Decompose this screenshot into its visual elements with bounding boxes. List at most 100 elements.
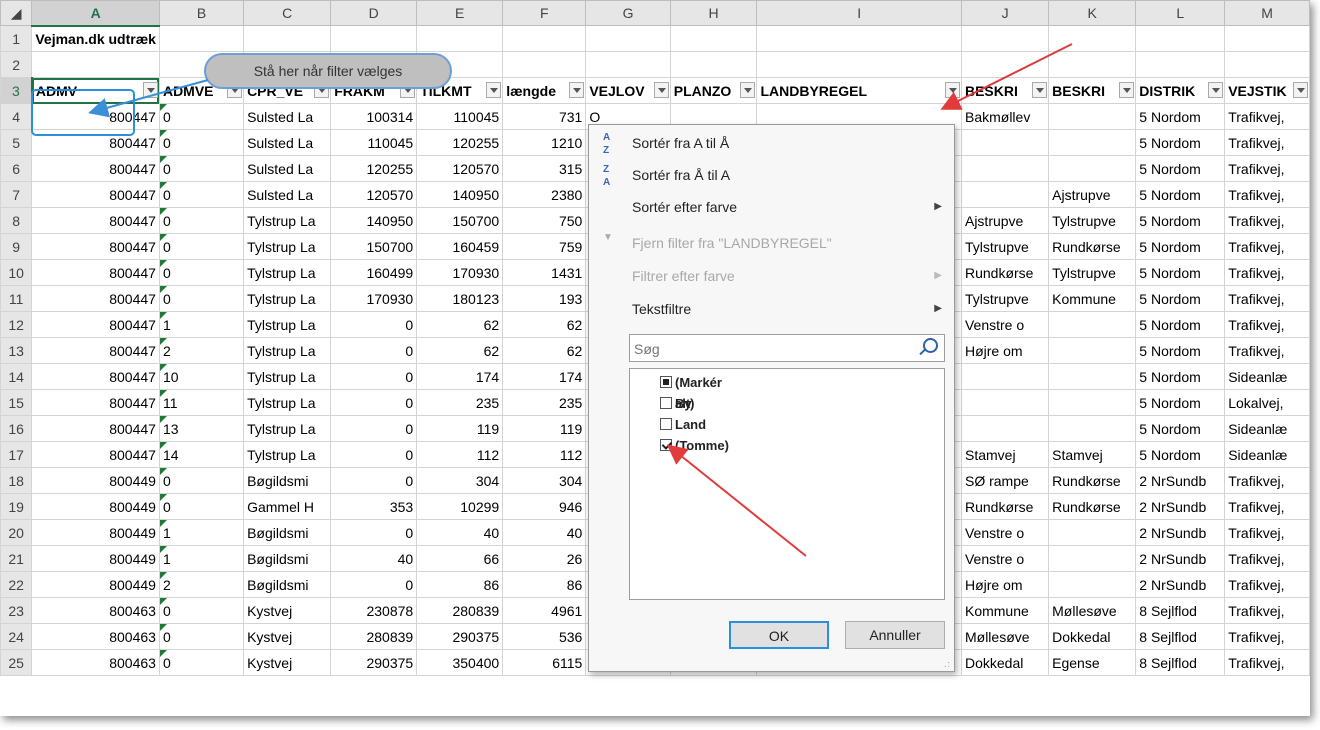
cell[interactable]: 235 xyxy=(416,389,504,416)
cell[interactable]: 11 xyxy=(158,389,245,416)
cell[interactable]: 180123 xyxy=(416,285,504,312)
cell[interactable]: 26 xyxy=(502,545,587,572)
column-header-i[interactable]: I xyxy=(756,0,962,26)
cell[interactable] xyxy=(1048,129,1137,156)
cell[interactable]: 5 Nordom xyxy=(1135,311,1226,338)
cell[interactable]: 280839 xyxy=(416,597,504,624)
cell[interactable]: 800447 xyxy=(31,155,160,182)
cell[interactable]: 2 NrSundb xyxy=(1135,519,1226,546)
cell[interactable]: Trafikvej, xyxy=(1224,129,1310,156)
row-header[interactable]: 18 xyxy=(0,467,33,494)
row-header[interactable]: 2 xyxy=(0,51,33,78)
cell[interactable] xyxy=(1048,337,1137,364)
cell[interactable]: Sulsted La xyxy=(243,155,332,182)
filter-dropdown-button[interactable] xyxy=(142,82,158,98)
cell[interactable]: 5 Nordom xyxy=(1135,259,1226,286)
cell[interactable] xyxy=(502,25,587,52)
filter-dropdown-button[interactable] xyxy=(1032,82,1048,98)
row-header[interactable]: 16 xyxy=(0,415,33,442)
search-input[interactable] xyxy=(632,338,906,360)
row-header[interactable]: 7 xyxy=(0,181,33,208)
cell[interactable]: 5 Nordom xyxy=(1135,129,1226,156)
cell[interactable]: Gammel H xyxy=(243,493,332,520)
cell[interactable]: Rundkørse xyxy=(960,259,1050,286)
cell[interactable]: 1 xyxy=(158,519,245,546)
cell[interactable]: 750 xyxy=(502,207,587,234)
cell[interactable]: Venstre o xyxy=(960,311,1050,338)
cell[interactable]: 62 xyxy=(416,311,504,338)
cell[interactable]: 800447 xyxy=(31,415,160,442)
cell[interactable]: 800447 xyxy=(31,311,160,338)
cell[interactable]: 731 xyxy=(502,103,587,130)
cell[interactable]: 5 Nordom xyxy=(1135,103,1226,130)
cell[interactable]: Venstre o xyxy=(960,545,1050,572)
cell[interactable]: Trafikvej, xyxy=(1224,311,1310,338)
cell[interactable]: 0 xyxy=(158,181,245,208)
select-all-corner[interactable]: ◢ xyxy=(0,0,33,26)
cell[interactable]: 112 xyxy=(502,441,587,468)
cell[interactable]: Tylstrup La xyxy=(243,415,332,442)
row-header[interactable]: 8 xyxy=(0,207,33,234)
cell[interactable]: 800463 xyxy=(31,649,160,676)
cell[interactable]: 800463 xyxy=(31,597,160,624)
cell[interactable]: 0 xyxy=(330,467,418,494)
cell[interactable]: 119 xyxy=(416,415,504,442)
cell[interactable]: 170930 xyxy=(416,259,504,286)
header-cell-m[interactable]: VEJSTIK xyxy=(1224,77,1310,104)
column-header-d[interactable]: D xyxy=(330,0,418,26)
cell[interactable] xyxy=(960,25,1050,52)
header-cell-i[interactable]: LANDBYREGEL xyxy=(756,77,962,104)
cell[interactable]: 1 xyxy=(158,311,245,338)
cell[interactable]: 13 xyxy=(158,415,245,442)
cell[interactable]: Egense xyxy=(1048,649,1137,676)
cell[interactable] xyxy=(31,51,160,78)
cell[interactable]: 5 Nordom xyxy=(1135,337,1226,364)
cell[interactable]: 1431 xyxy=(502,259,587,286)
cell[interactable]: 304 xyxy=(502,467,587,494)
cell[interactable]: Tylstrup La xyxy=(243,311,332,338)
cell[interactable]: 120255 xyxy=(330,155,418,182)
cell[interactable]: 119 xyxy=(502,415,587,442)
cell[interactable]: Trafikvej, xyxy=(1224,259,1310,286)
column-header-e[interactable]: E xyxy=(416,0,504,26)
row-header[interactable]: 25 xyxy=(0,649,33,676)
row-header[interactable]: 21 xyxy=(0,545,33,572)
filter-dropdown-button[interactable] xyxy=(1119,82,1135,98)
cell[interactable]: 14 xyxy=(158,441,245,468)
cell[interactable]: 230878 xyxy=(330,597,418,624)
cell[interactable]: Dokkedal xyxy=(1048,623,1137,650)
cell[interactable]: 5 Nordom xyxy=(1135,207,1226,234)
cell[interactable] xyxy=(416,25,504,52)
cell[interactable]: 2 NrSundb xyxy=(1135,493,1226,520)
cell[interactable] xyxy=(669,25,758,52)
cell[interactable]: 5 Nordom xyxy=(1135,441,1226,468)
cell[interactable]: Trafikvej, xyxy=(1224,623,1310,650)
cell[interactable]: Bakmøllev xyxy=(960,103,1050,130)
cell[interactable]: Trafikvej, xyxy=(1224,233,1310,260)
cell[interactable]: 800447 xyxy=(31,233,160,260)
cell[interactable]: 800447 xyxy=(31,363,160,390)
cell[interactable] xyxy=(1048,103,1137,130)
cell[interactable]: Møllesøve xyxy=(1048,597,1137,624)
cell[interactable]: 4961 xyxy=(502,597,587,624)
column-header-b[interactable]: B xyxy=(158,0,245,26)
cell[interactable]: 536 xyxy=(502,623,587,650)
cell[interactable] xyxy=(1048,389,1137,416)
cell[interactable]: Sideanlæ xyxy=(1224,441,1310,468)
cell[interactable]: Rundkørse xyxy=(960,493,1050,520)
cell[interactable]: Tylstrupve xyxy=(1048,259,1137,286)
cell[interactable] xyxy=(1048,311,1137,338)
row-header[interactable]: 3 xyxy=(0,77,33,104)
cell[interactable]: Kommune xyxy=(1048,285,1137,312)
header-cell-k[interactable]: BESKRI xyxy=(1048,77,1137,104)
header-cell-l[interactable]: DISTRIK xyxy=(1135,77,1226,104)
cell[interactable]: Tylstrup La xyxy=(243,259,332,286)
column-header-a[interactable]: A xyxy=(31,0,160,27)
cell[interactable]: Rundkørse xyxy=(1048,467,1137,494)
cell[interactable]: SØ rampe xyxy=(960,467,1050,494)
filter-dropdown-button[interactable] xyxy=(944,82,960,98)
cell[interactable]: 8 Sejlflod xyxy=(1135,597,1226,624)
row-header[interactable]: 1 xyxy=(0,25,33,52)
cell[interactable]: 0 xyxy=(330,337,418,364)
cell[interactable]: Tylstrup La xyxy=(243,233,332,260)
